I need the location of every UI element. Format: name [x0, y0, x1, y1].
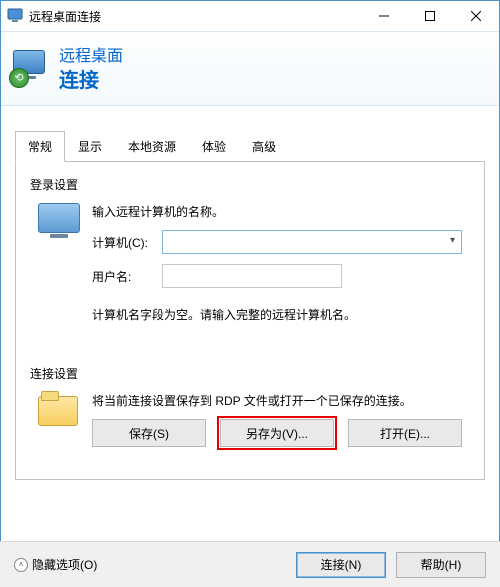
- connection-group-title: 连接设置: [30, 365, 470, 382]
- open-button[interactable]: 打开(E)...: [348, 419, 462, 447]
- chevron-up-icon[interactable]: ˄: [14, 558, 28, 572]
- connect-button[interactable]: 连接(N): [296, 552, 386, 578]
- header-subtitle: 远程桌面: [59, 42, 123, 66]
- username-label: 用户名:: [92, 268, 162, 285]
- help-button[interactable]: 帮助(H): [396, 552, 486, 578]
- minimize-button[interactable]: [361, 1, 407, 31]
- connection-icon: [38, 392, 82, 447]
- header-title: 连接: [59, 64, 123, 93]
- computer-combo[interactable]: ▾: [162, 230, 462, 254]
- login-hint: 计算机名字段为空。请输入完整的远程计算机名。: [92, 306, 462, 323]
- tab-local-resources[interactable]: 本地资源: [115, 131, 189, 162]
- tab-display[interactable]: 显示: [65, 131, 115, 162]
- tab-experience[interactable]: 体验: [189, 131, 239, 162]
- hide-options-link[interactable]: 隐藏选项(O): [32, 556, 97, 573]
- login-icon: [38, 203, 82, 323]
- close-button[interactable]: [453, 1, 499, 31]
- window-title: 远程桌面连接: [29, 8, 101, 25]
- tab-general[interactable]: 常规: [15, 131, 65, 162]
- footer-bar: ˄ 隐藏选项(O) 连接(N) 帮助(H): [0, 541, 500, 587]
- save-button[interactable]: 保存(S): [92, 419, 206, 447]
- tab-panel-general: 登录设置 输入远程计算机的名称。 计算机(C): ▾ 用户名: 计算机名字段为空…: [15, 162, 485, 480]
- rdp-icon: ⟲: [13, 50, 49, 86]
- chevron-down-icon: ▾: [450, 235, 455, 246]
- tab-strip: 常规 显示 本地资源 体验 高级: [15, 130, 485, 162]
- login-prompt: 输入远程计算机的名称。: [92, 203, 462, 220]
- login-group-title: 登录设置: [30, 176, 470, 193]
- maximize-button[interactable]: [407, 1, 453, 31]
- header-band: ⟲ 远程桌面 连接: [1, 31, 499, 106]
- save-as-button[interactable]: 另存为(V)...: [220, 419, 334, 447]
- username-field[interactable]: [162, 264, 342, 288]
- computer-label: 计算机(C):: [92, 234, 162, 251]
- app-icon: [7, 8, 23, 24]
- tab-advanced[interactable]: 高级: [239, 131, 289, 162]
- title-bar: 远程桌面连接: [1, 1, 499, 31]
- connection-desc: 将当前连接设置保存到 RDP 文件或打开一个已保存的连接。: [92, 392, 462, 409]
